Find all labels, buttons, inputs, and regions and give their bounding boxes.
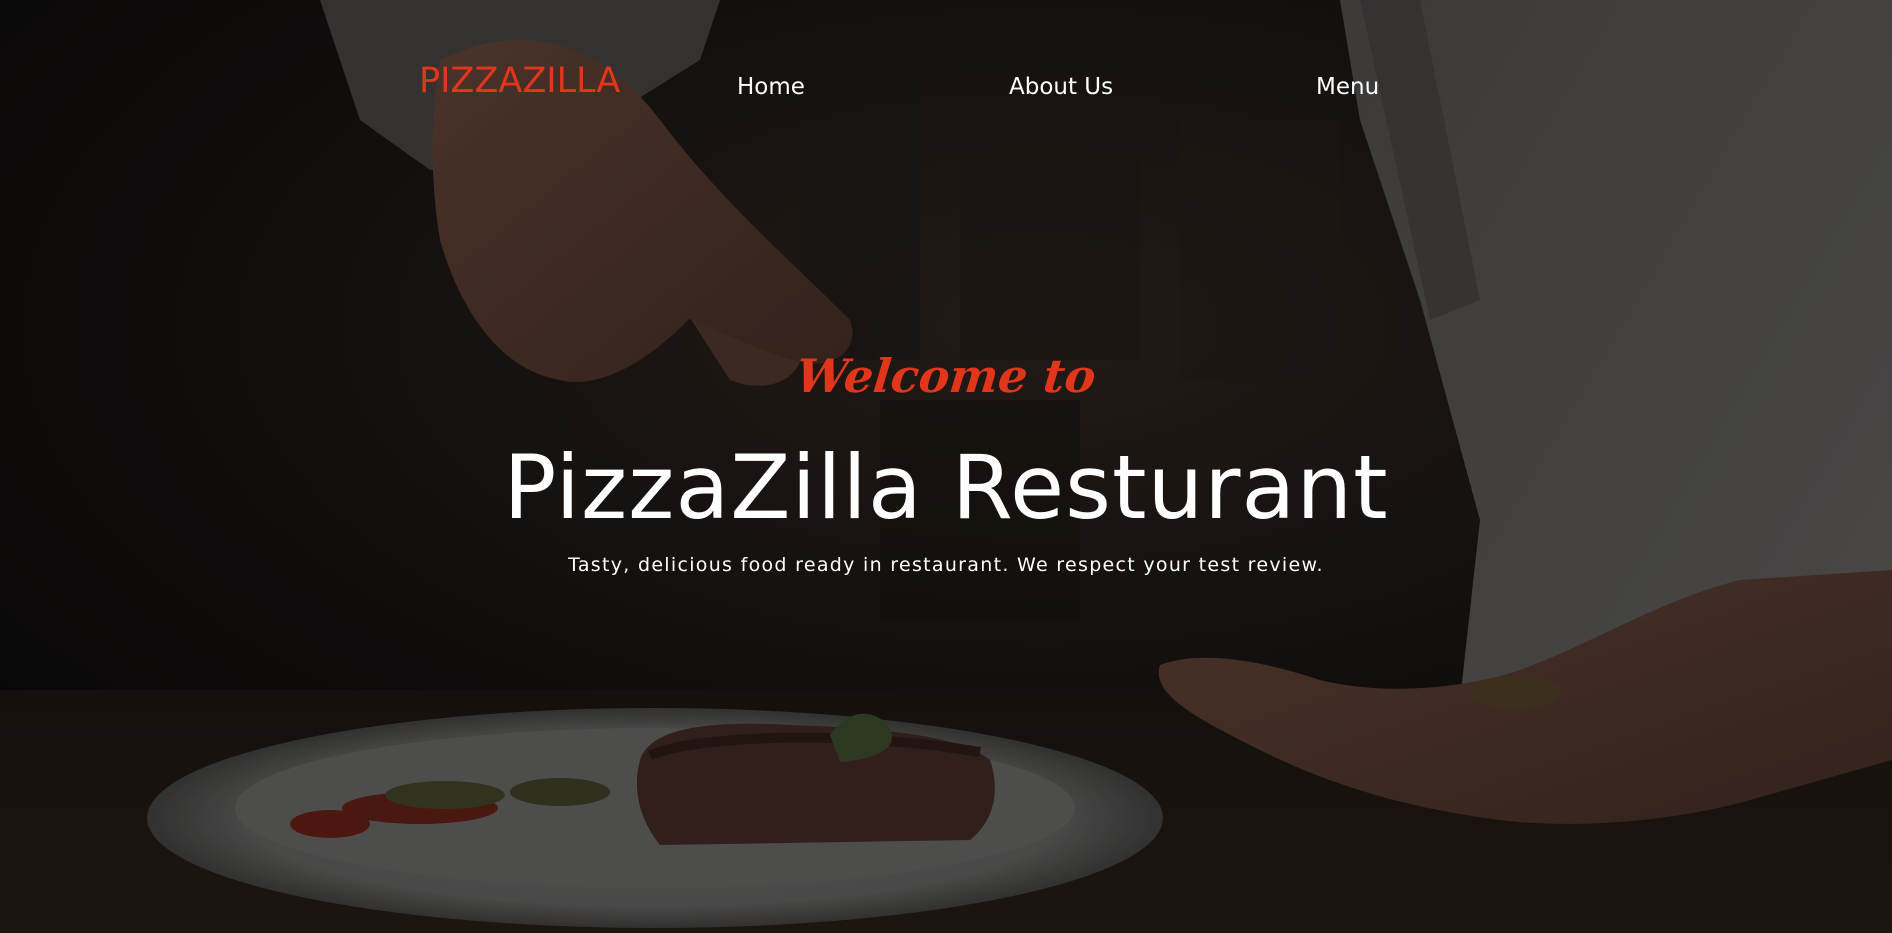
nav-link-menu[interactable]: Menu <box>1316 76 1379 99</box>
hero-title: PizzaZilla Resturant <box>503 436 1389 539</box>
hero-subtitle: Tasty, delicious food ready in restauran… <box>568 554 1324 576</box>
nav-link-home[interactable]: Home <box>737 76 805 99</box>
brand-logo[interactable]: PIZZAZILLA <box>419 64 620 99</box>
top-navigation: PIZZAZILLA Home About Us Menu <box>0 0 1892 180</box>
welcome-tagline: Welcome to <box>793 349 1099 403</box>
nav-link-about-us[interactable]: About Us <box>1009 76 1113 99</box>
hero-section: PIZZAZILLA Home About Us Menu Welcome to… <box>0 0 1892 933</box>
